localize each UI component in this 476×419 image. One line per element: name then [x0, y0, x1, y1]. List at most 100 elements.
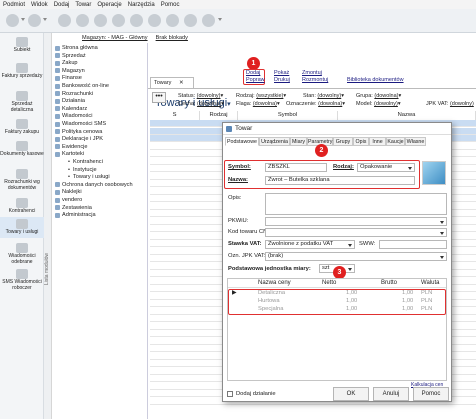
dialog-tab[interactable]: Kaucje	[386, 137, 405, 146]
chevron-down-icon[interactable]	[43, 18, 47, 21]
stawka-vat-select[interactable]: Zwolnione z podatku VAT	[265, 240, 355, 249]
link-rozmontuj[interactable]: Rozmontuj	[302, 77, 328, 83]
column-header-symbol[interactable]: Symbol	[238, 111, 338, 120]
symbol-field[interactable]: ZBSZKL	[265, 163, 327, 172]
chevron-down-icon[interactable]	[440, 221, 444, 224]
dialog-tab[interactable]: Inne	[369, 137, 386, 146]
tree-item[interactable]: Ochrona danych osobowych	[55, 182, 133, 188]
tree-item[interactable]: Kalendarz	[55, 106, 87, 112]
tool-icon[interactable]	[58, 14, 71, 27]
filter-model[interactable]: Model: (dowolny)▾	[356, 101, 401, 107]
tree-item[interactable]: Magazyn	[55, 68, 85, 74]
chevron-down-icon[interactable]	[440, 232, 444, 235]
close-icon[interactable]: ✕	[179, 80, 184, 86]
dialog-tab[interactable]: Podstawowe	[225, 137, 259, 146]
kod-cn-select[interactable]	[265, 228, 447, 237]
more-options-button[interactable]: •••	[152, 92, 166, 103]
tree-item[interactable]: Ewidencje	[55, 144, 88, 150]
tree-item[interactable]: Bankowość on-line	[55, 83, 109, 89]
pkwiu-select[interactable]	[265, 217, 447, 226]
tree-item[interactable]: Polityka cenowa	[55, 129, 102, 135]
column-header-nazwa[interactable]: Nazwa	[338, 111, 476, 120]
filter-flaga[interactable]: Flaga: (dowolna)▾	[236, 101, 280, 107]
tree-item[interactable]: Kontrahenci	[68, 159, 103, 165]
dialog-tab[interactable]: Własne	[405, 137, 426, 146]
nazwa-field[interactable]: Zwrot – Butelka szklana	[265, 176, 415, 185]
opis-field[interactable]	[265, 193, 447, 215]
filter-stan[interactable]: Stan: (dowolny)▾	[303, 93, 344, 99]
dialog-tab[interactable]: Miary	[290, 137, 307, 146]
refresh-icon[interactable]	[28, 14, 41, 27]
menu-widok[interactable]: Widok	[31, 2, 48, 8]
link-pokaz[interactable]: Pokaż	[274, 70, 289, 76]
tree-item[interactable]: Strona główna	[55, 45, 98, 51]
price-row[interactable]: ▶ Detaliczna 1,00 1,00 PLN	[228, 290, 446, 298]
link-biblioteka[interactable]: Biblioteka dokumentów	[347, 77, 404, 83]
warehouse-selector[interactable]: Magazyn: - MAG - Główny	[82, 35, 148, 41]
tree-item[interactable]: Naklejki	[55, 189, 82, 195]
tree-item[interactable]: Zestawienia	[55, 205, 92, 211]
nav-rozrachunki[interactable]: Rozrachunki wg dokumentów	[0, 169, 44, 191]
chevron-down-icon[interactable]	[218, 18, 222, 21]
settings-icon[interactable]	[202, 14, 215, 27]
tree-item[interactable]: Administracja	[55, 212, 96, 218]
filter-grupa[interactable]: Grupa: (dowolna)▾	[356, 93, 401, 99]
chevron-down-icon[interactable]	[21, 18, 25, 21]
help-button[interactable]: Pomoc	[413, 387, 449, 401]
rodzaj-select[interactable]: Opakowanie	[357, 163, 415, 172]
envelope-icon[interactable]	[130, 14, 143, 27]
dialog-tab[interactable]: Urządzenia	[259, 137, 290, 146]
tree-item[interactable]: Deklaracje i JPK	[55, 136, 103, 142]
calculator-icon[interactable]	[112, 14, 125, 27]
tree-item[interactable]: Wiadomości	[55, 113, 92, 119]
filter-cecha[interactable]: Cecha: (dowolna)▾	[178, 101, 224, 107]
menu-narzedzia[interactable]: Narzędzia	[128, 2, 155, 8]
chevron-down-icon[interactable]	[348, 244, 352, 247]
filter-rodzaj[interactable]: Rodzaj: (wszystkie)▾	[236, 93, 286, 99]
tree-item[interactable]: Rozrachunki	[55, 91, 93, 97]
chart-icon[interactable]	[184, 14, 197, 27]
chevron-down-icon[interactable]	[408, 167, 412, 170]
dialog-tab[interactable]: Opis	[353, 137, 369, 146]
cancel-button[interactable]: Anuluj	[373, 387, 409, 401]
nav-kontrahenci[interactable]: Kontrahenci	[0, 198, 44, 215]
link-dodaj[interactable]: Dodaj	[246, 70, 260, 76]
chevron-down-icon[interactable]	[348, 268, 352, 271]
menu-towar[interactable]: Towar	[75, 2, 91, 8]
phone-icon[interactable]	[148, 14, 161, 27]
tree-item[interactable]: Towary i usługi	[68, 174, 110, 180]
link-zmontuj[interactable]: Zmontuj	[302, 70, 322, 76]
nav-wiadomosci-odebrane[interactable]: Wiadomości odebrane	[0, 243, 44, 265]
link-drukuj[interactable]: Drukuj	[274, 77, 290, 83]
tree-item[interactable]: Kartoteki	[55, 151, 84, 157]
jpk-vat-select[interactable]: (brak)	[265, 252, 447, 261]
price-row[interactable]: Hurtowa 1,00 1,00 PLN	[228, 298, 446, 306]
tree-item[interactable]: Finanse	[55, 75, 82, 81]
column-header-rodzaj[interactable]: Rodzaj	[200, 111, 238, 120]
link-popraw[interactable]: Popraw	[246, 77, 265, 83]
chevron-down-icon[interactable]: ▾	[227, 101, 231, 108]
dialog-tab[interactable]: Grupy	[333, 137, 353, 146]
menu-dodaj[interactable]: Dodaj	[54, 2, 70, 8]
product-image-icon[interactable]	[422, 161, 446, 185]
sww-field[interactable]	[379, 240, 447, 249]
tree-item[interactable]: Wiadomości SMS	[55, 121, 106, 127]
document-icon[interactable]	[76, 14, 89, 27]
nav-faktury-zakupu[interactable]: Faktury zakupu	[0, 119, 44, 136]
chevron-down-icon[interactable]	[440, 256, 444, 259]
tree-item[interactable]: Zakup	[55, 60, 78, 66]
nav-sprzedaz-detaliczna[interactable]: Sprzedaż detaliczna	[0, 91, 44, 113]
blokady-link[interactable]: Brak blokady	[156, 35, 188, 41]
menu-operacje[interactable]: Operacje	[97, 2, 121, 8]
column-header-s[interactable]: S	[150, 111, 200, 120]
ok-button[interactable]: OK	[333, 387, 369, 401]
menu-pomoc[interactable]: Pomoc	[161, 2, 180, 8]
tree-item[interactable]: vendero	[55, 197, 82, 203]
printer-icon[interactable]	[6, 14, 19, 27]
calendar-icon[interactable]	[166, 14, 179, 27]
filter-jpk[interactable]: JPK VAT: (dowolny)	[426, 101, 474, 107]
menu-podmiot[interactable]: Podmiot	[3, 2, 25, 8]
cart-icon[interactable]	[94, 14, 107, 27]
price-row[interactable]: Specjalna 1,00 1,00 PLN	[228, 306, 446, 314]
tree-item[interactable]: Sprzedaż	[55, 53, 86, 59]
